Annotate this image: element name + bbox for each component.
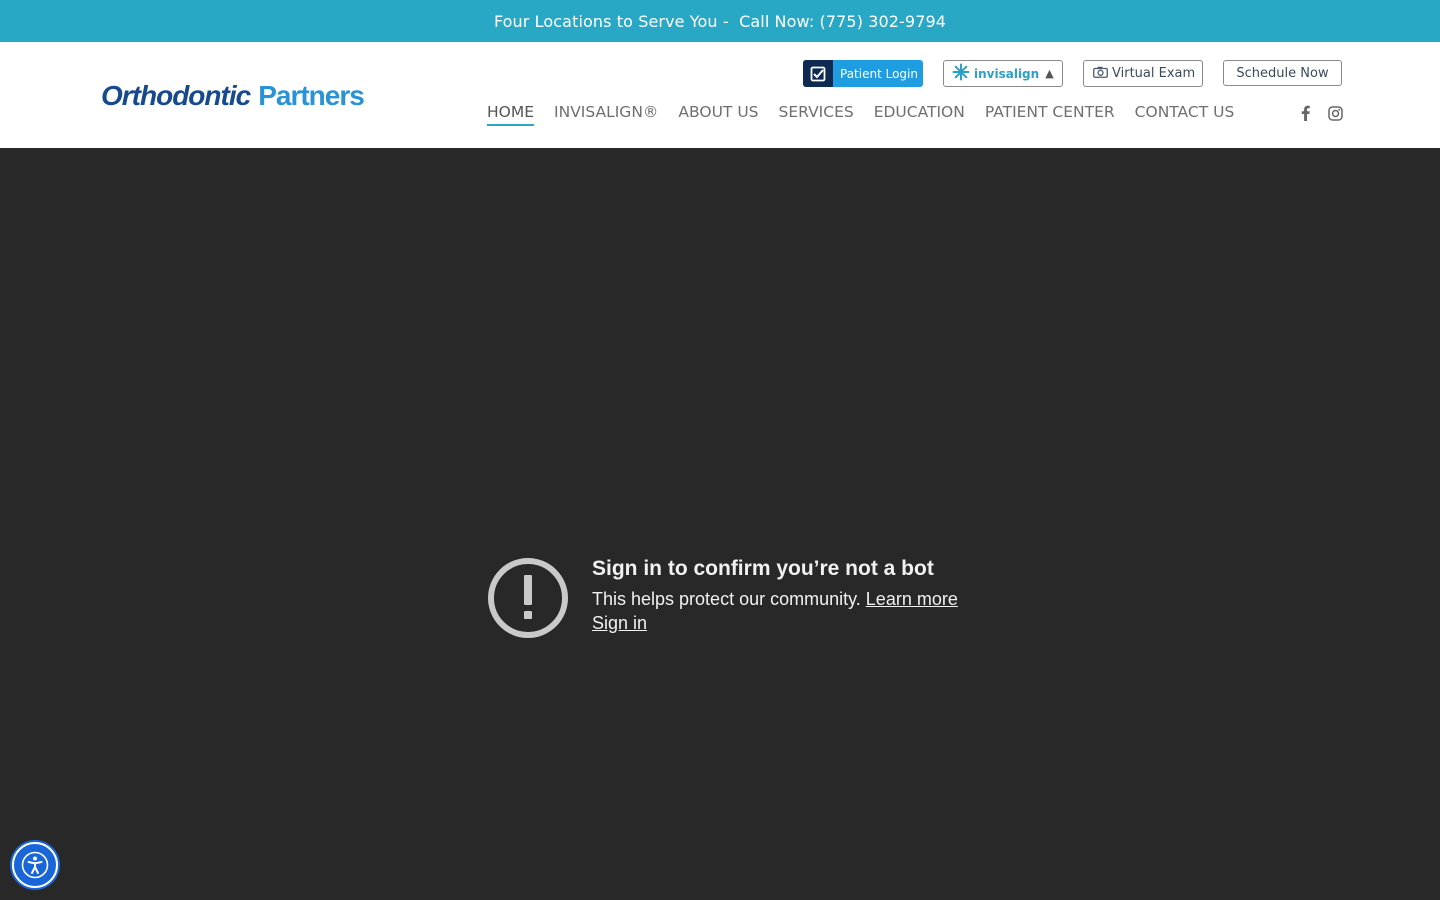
bot-check-title: Sign in to confirm you’re not a bot (592, 557, 934, 580)
nav-item-patient-center[interactable]: PATIENT CENTER (985, 100, 1115, 126)
check-square-icon (803, 60, 833, 87)
logo-word-orthodontic: Orthodontic (101, 80, 251, 111)
call-now-link[interactable]: Call Now: (775) 302-9794 (739, 12, 946, 31)
site-header: Orthodontic Partners Patient Login invis… (0, 42, 1440, 148)
alert-circle-icon (487, 557, 569, 639)
sign-in-link[interactable]: Sign in (592, 611, 647, 635)
schedule-now-button[interactable]: Schedule Now (1223, 60, 1342, 86)
site-logo[interactable]: Orthodontic Partners (101, 80, 365, 112)
invisalign-sparkle-icon (952, 63, 970, 85)
bot-check-subtitle: This helps protect our community. Learn … (592, 587, 958, 611)
nav-item-about-us[interactable]: ABOUT US (678, 100, 758, 126)
nav-item-education[interactable]: EDUCATION (874, 100, 965, 126)
virtual-exam-label: Virtual Exam (1112, 66, 1196, 81)
invisalign-badge-icon: ▲ (1045, 67, 1054, 80)
bot-check-message: Sign in to confirm you’re not a bot This… (592, 555, 958, 635)
nav-item-invisalign[interactable]: INVISALIGN® (554, 100, 658, 126)
nav-item-services[interactable]: SERVICES (779, 100, 854, 126)
patient-login-label: Patient Login (840, 66, 918, 81)
logo-word-partners: Partners (258, 80, 365, 111)
virtual-exam-button[interactable]: Virtual Exam (1083, 60, 1203, 87)
announcement-bar: Four Locations to Serve You - Call Now: … (0, 0, 1440, 42)
accessibility-button[interactable] (12, 842, 58, 888)
bot-check-subtitle-text: This helps protect our community. (592, 589, 861, 609)
learn-more-link[interactable]: Learn more (866, 589, 958, 609)
accessibility-icon (21, 851, 49, 879)
main-nav: HOME INVISALIGN® ABOUT US SERVICES EDUCA… (487, 100, 1254, 128)
invisalign-label: invisalign (974, 66, 1040, 81)
instagram-icon[interactable] (1326, 104, 1344, 122)
invisalign-button[interactable]: invisalign ▲ (943, 60, 1063, 87)
nav-item-home[interactable]: HOME (487, 100, 535, 126)
video-embed (0, 148, 1440, 900)
nav-item-contact-us[interactable]: CONTACT US (1135, 100, 1235, 126)
patient-login-button[interactable]: Patient Login (803, 60, 923, 87)
camera-icon (1093, 66, 1108, 82)
facebook-icon[interactable] (1296, 104, 1314, 122)
locations-text: Four Locations to Serve You - (493, 11, 729, 31)
